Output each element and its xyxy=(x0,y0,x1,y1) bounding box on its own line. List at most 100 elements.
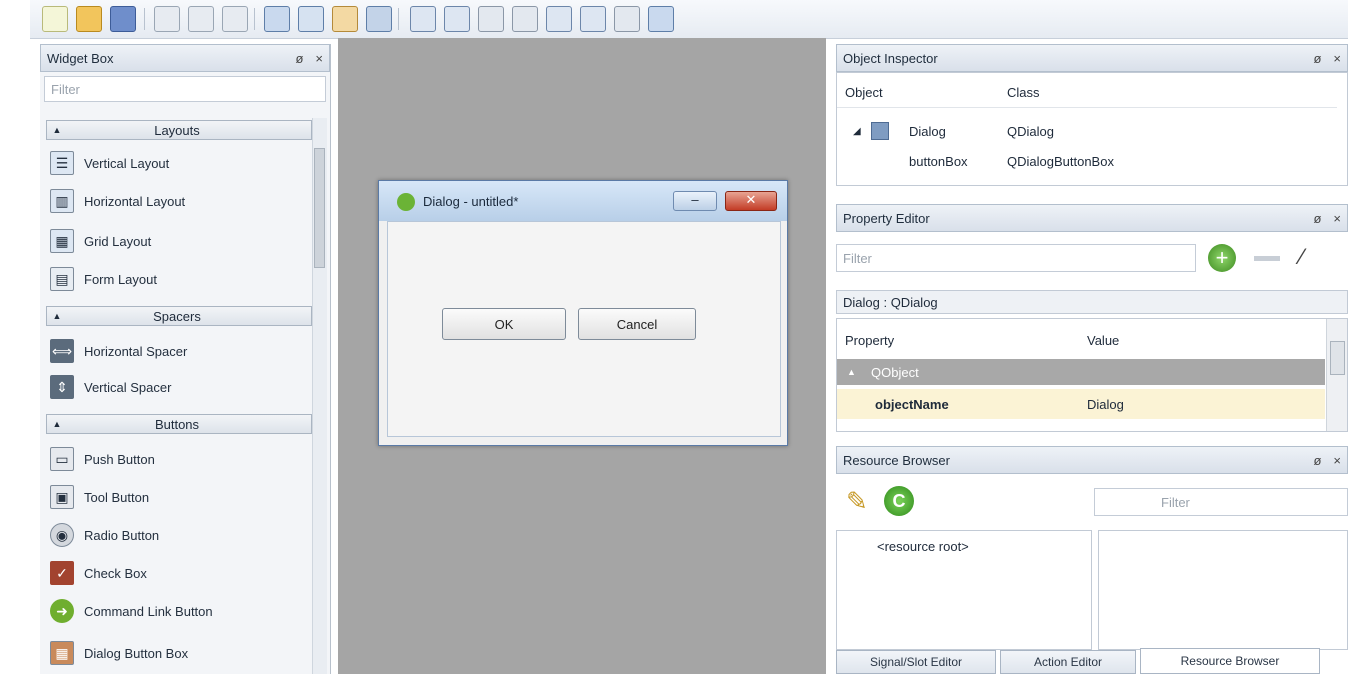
resource-browser-title: Resource Browser xyxy=(843,452,950,468)
widget-item-label: Vertical Layout xyxy=(84,155,170,171)
tab-signal-slot-editor[interactable]: Signal/Slot Editor xyxy=(836,650,996,674)
expand-arrow-icon[interactable]: ◢ xyxy=(853,126,861,137)
column-header: Object Class xyxy=(837,77,1337,108)
minimize-icon[interactable]: – xyxy=(673,191,717,211)
dialog-title-bar[interactable]: Dialog - untitled* – ✕ xyxy=(379,181,787,221)
collapse-arrow-icon[interactable]: ▲ xyxy=(847,367,856,377)
category-label: Layouts xyxy=(154,122,200,138)
tab-action-editor[interactable]: Action Editor xyxy=(1000,650,1136,674)
category-spacers[interactable]: ▲ Spacers xyxy=(46,306,312,326)
widget-item-label: Form Layout xyxy=(84,271,157,287)
edit-signals-icon[interactable] xyxy=(298,6,324,32)
radio-button-icon: ◉ xyxy=(50,523,74,547)
widget-item[interactable]: ◉ Radio Button xyxy=(50,518,159,552)
edit-resources-icon[interactable]: ✎ xyxy=(846,486,868,517)
widget-item[interactable]: ⇕ Vertical Spacer xyxy=(50,370,171,404)
widget-item[interactable]: ▭ Push Button xyxy=(50,442,155,476)
layout-grid-icon[interactable] xyxy=(546,6,572,32)
property-value[interactable]: Dialog xyxy=(1087,397,1124,412)
cut-icon[interactable] xyxy=(154,6,180,32)
edit-tab-order-icon[interactable] xyxy=(366,6,392,32)
new-form-icon[interactable] xyxy=(42,6,68,32)
widget-item[interactable]: ▦ Grid Layout xyxy=(50,224,151,258)
open-folder-icon[interactable] xyxy=(76,6,102,32)
widget-item[interactable]: ▤ Form Layout xyxy=(50,262,157,296)
column-class: Class xyxy=(1007,84,1040,100)
property-filter-input[interactable]: Filter xyxy=(836,244,1196,272)
left-margin xyxy=(0,0,30,674)
save-icon[interactable] xyxy=(110,6,136,32)
layout-horizontal-icon[interactable] xyxy=(410,6,436,32)
widget-item-label: Vertical Spacer xyxy=(84,379,172,395)
horizontal-layout-icon: ▥ xyxy=(50,189,74,213)
widget-item-label: Tool Button xyxy=(84,489,150,505)
widget-item-label: Dialog Button Box xyxy=(84,645,189,661)
break-layout-icon[interactable] xyxy=(614,6,640,32)
widget-box-scrollbar[interactable] xyxy=(312,118,327,674)
close-icon[interactable]: × xyxy=(1333,453,1341,468)
tree-row[interactable]: ◢ Dialog QDialog xyxy=(837,117,1337,145)
tree-row[interactable]: buttonBox QDialogButtonBox xyxy=(837,147,1337,175)
tab-resource-browser[interactable]: Resource Browser xyxy=(1140,648,1320,674)
property-table: Property Value ▲ QObject objectName Dial… xyxy=(836,318,1348,432)
widget-item[interactable]: ▦ Dialog Button Box xyxy=(50,636,188,670)
category-buttons[interactable]: ▲ Buttons xyxy=(46,414,312,434)
category-layouts[interactable]: ▲ Layouts xyxy=(46,120,312,140)
add-property-icon[interactable]: + xyxy=(1208,244,1236,272)
toolbar-separator xyxy=(398,8,399,30)
widget-item[interactable]: ⟺ Horizontal Spacer xyxy=(50,334,187,368)
property-name: objectName xyxy=(875,396,949,412)
edit-widgets-icon[interactable] xyxy=(264,6,290,32)
column-header: Property Value xyxy=(837,325,1327,355)
layout-form-icon[interactable] xyxy=(580,6,606,32)
main-toolbar xyxy=(30,0,1348,39)
widget-item[interactable]: ☰ Vertical Layout xyxy=(50,146,169,180)
float-icon[interactable]: ø xyxy=(295,51,303,66)
ok-button[interactable]: OK xyxy=(442,308,566,340)
layout-vertical-icon[interactable] xyxy=(444,6,470,32)
close-icon[interactable]: × xyxy=(315,51,323,66)
paste-icon[interactable] xyxy=(222,6,248,32)
resource-root[interactable]: <resource root> xyxy=(877,539,969,554)
object-inspector-header: Object Inspector ø × xyxy=(836,44,1348,72)
widget-filter-input[interactable]: Filter xyxy=(44,76,326,102)
reload-icon[interactable]: C xyxy=(884,486,914,516)
collapse-arrow-icon: ▲ xyxy=(52,419,62,429)
object-class: QDialogButtonBox xyxy=(1007,153,1114,169)
scrollbar-thumb[interactable] xyxy=(1330,341,1345,375)
property-context: Dialog : QDialog xyxy=(843,294,938,310)
tool-button-icon: ▣ xyxy=(50,485,74,509)
resource-browser-header: Resource Browser ø × xyxy=(836,446,1348,474)
horizontal-spacer-icon: ⟺ xyxy=(50,339,74,363)
widget-item[interactable]: ➜ Command Link Button xyxy=(50,594,213,628)
close-window-icon[interactable]: ✕ xyxy=(725,191,777,211)
configure-icon[interactable]: ⁄ xyxy=(1300,244,1304,270)
widget-box-title: Widget Box xyxy=(47,50,114,66)
float-icon[interactable]: ø xyxy=(1313,211,1321,226)
vertical-layout-icon: ☰ xyxy=(50,151,74,175)
widget-item[interactable]: ▣ Tool Button xyxy=(50,480,149,514)
scrollbar-thumb[interactable] xyxy=(314,148,325,268)
layout-splitter-vertical-icon[interactable] xyxy=(512,6,538,32)
column-value: Value xyxy=(1087,332,1120,348)
toolbar-separator xyxy=(254,8,255,30)
property-row[interactable]: objectName Dialog xyxy=(837,389,1325,419)
resource-tree: <resource root> xyxy=(836,530,1092,650)
layout-splitter-horizontal-icon[interactable] xyxy=(478,6,504,32)
widget-item[interactable]: ✓ Check Box xyxy=(50,556,147,590)
resource-filter-placeholder: Filter xyxy=(1161,494,1190,510)
remove-property-icon[interactable] xyxy=(1254,256,1280,261)
float-icon[interactable]: ø xyxy=(1313,51,1321,66)
cancel-button[interactable]: Cancel xyxy=(578,308,696,340)
close-icon[interactable]: × xyxy=(1333,211,1341,226)
edit-buddies-icon[interactable] xyxy=(332,6,358,32)
adjust-size-icon[interactable] xyxy=(648,6,674,32)
float-icon[interactable]: ø xyxy=(1313,453,1321,468)
form-layout-icon: ▤ xyxy=(50,267,74,291)
property-scrollbar[interactable] xyxy=(1326,319,1347,431)
property-group-row[interactable]: ▲ QObject xyxy=(837,359,1325,385)
widget-item[interactable]: ▥ Horizontal Layout xyxy=(50,184,185,218)
close-icon[interactable]: × xyxy=(1333,51,1341,66)
resource-filter-input[interactable]: Filter xyxy=(1094,488,1348,516)
copy-icon[interactable] xyxy=(188,6,214,32)
